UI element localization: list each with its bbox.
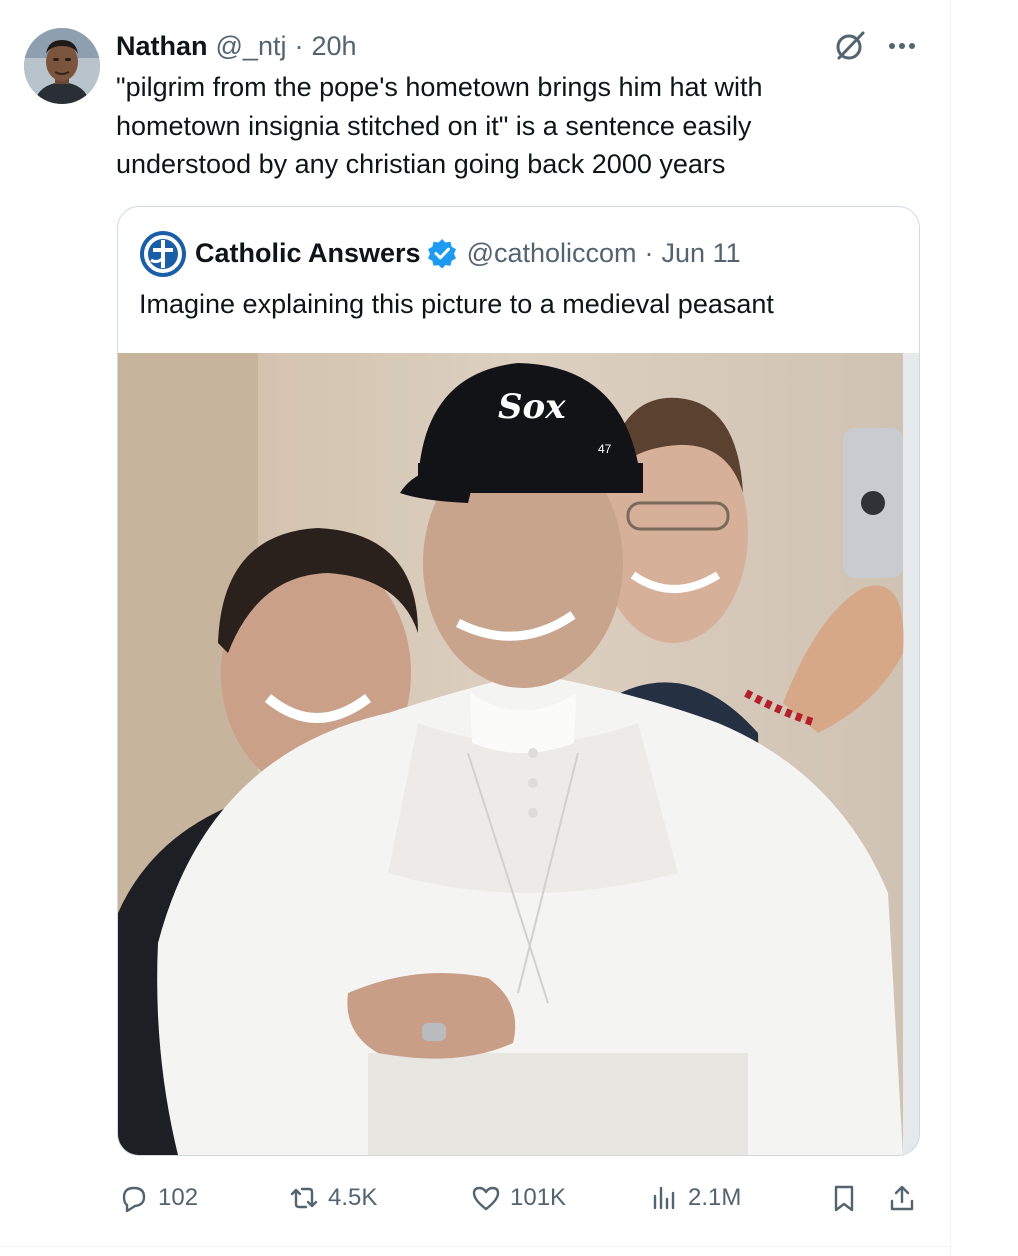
tweet-text: "pilgrim from the pope's hometown brings… xyxy=(116,68,916,184)
reply-count: 102 xyxy=(158,1184,199,1211)
author-handle[interactable]: @_ntj xyxy=(216,31,287,62)
cap-logo-text: Sox xyxy=(498,387,566,427)
timeline-divider xyxy=(950,0,951,1256)
reply-button[interactable]: 102 xyxy=(118,1176,198,1220)
tweet-timestamp[interactable]: 20h xyxy=(311,31,356,62)
quoted-header-separator: · xyxy=(644,237,654,268)
tweet-bottom-divider xyxy=(0,1246,950,1247)
catholic-answers-logo[interactable] xyxy=(139,230,187,278)
quoted-tweet-date[interactable]: Jun 11 xyxy=(662,238,741,269)
heart-icon xyxy=(472,1186,500,1211)
like-count: 101K xyxy=(510,1184,567,1211)
share-icon xyxy=(890,1185,914,1211)
views-chart-icon xyxy=(653,1186,675,1210)
header-separator: · xyxy=(294,30,304,61)
author-name[interactable]: Nathan xyxy=(116,31,208,62)
more-icon[interactable] xyxy=(884,30,920,62)
bookmark-icon xyxy=(834,1185,854,1212)
grok-icon[interactable] xyxy=(832,28,868,64)
like-button[interactable]: 101K xyxy=(470,1176,566,1220)
tweet-text-line: understood by any christian going back 2… xyxy=(116,149,726,179)
repost-button[interactable]: 4.5K xyxy=(288,1176,377,1220)
cap-tag-text: 47 xyxy=(598,442,612,456)
share-button[interactable] xyxy=(886,1176,918,1220)
avatar[interactable] xyxy=(24,28,100,104)
quoted-tweet-card[interactable]: Catholic Answers @catholiccom · Jun 11 I… xyxy=(117,206,920,1156)
tweet-text-line: "pilgrim from the pope's hometown brings… xyxy=(116,72,763,102)
views-count: 2.1M xyxy=(688,1184,742,1211)
quoted-tweet-photo[interactable]: Sox 47 xyxy=(118,353,919,1155)
quoted-author-handle[interactable]: @catholiccom xyxy=(467,238,637,269)
quoted-author-name[interactable]: Catholic Answers xyxy=(195,238,421,269)
repost-icon xyxy=(290,1187,318,1209)
tweet-header: Nathan @_ntj · 20h xyxy=(116,28,357,64)
quoted-tweet-text: Imagine explaining this picture to a med… xyxy=(139,289,774,319)
reply-icon xyxy=(122,1186,146,1213)
tweet-action-bar: 102 4.5K 101K 2.1M xyxy=(0,1176,950,1220)
repost-count: 4.5K xyxy=(328,1184,378,1211)
views-button[interactable]: 2.1M xyxy=(648,1176,741,1220)
quoted-tweet-header: Catholic Answers @catholiccom · Jun 11 xyxy=(195,235,741,271)
bookmark-button[interactable] xyxy=(828,1176,860,1220)
tweet-text-line: hometown insignia stitched on it" is a s… xyxy=(116,110,752,141)
verified-badge-icon xyxy=(427,239,456,268)
